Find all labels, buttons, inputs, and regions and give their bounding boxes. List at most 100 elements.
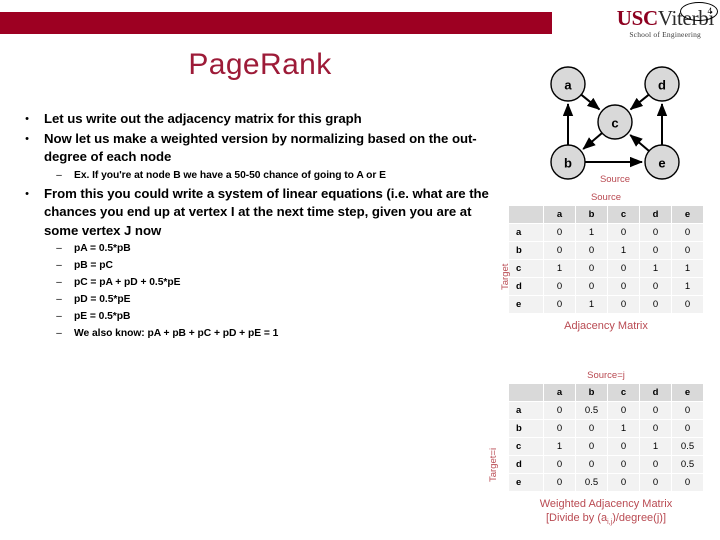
matrix1-target-label: Target	[500, 263, 511, 290]
matrix-row-header: a	[509, 402, 543, 419]
bullet-item: – pA = 0.5*pB	[44, 241, 495, 257]
matrix-row-header: c	[509, 438, 543, 455]
graph-edge-c-to-b	[582, 132, 603, 150]
matrix-column-header: b	[576, 384, 607, 401]
matrix-row-header: d	[509, 278, 543, 295]
bullet-text: pA = 0.5*pB	[74, 243, 131, 254]
weighted-caption-post: )/degree(j)]	[612, 512, 666, 524]
matrix-cell: 0	[640, 242, 671, 259]
matrix-cell: 0	[640, 224, 671, 241]
graph-node-label-a: a	[564, 78, 572, 93]
graph-node-label-d: d	[658, 78, 666, 93]
matrix-cell: 0.5	[672, 456, 703, 473]
matrix-cell: 0	[544, 420, 575, 437]
bullet-item: • Now let us make a weighted version by n…	[10, 130, 495, 167]
matrix-header-row: abcde	[509, 384, 703, 401]
adjacency-matrix-table: abcdea01000b00100c10011d00001e01000	[508, 205, 704, 314]
matrix-row-header: e	[509, 296, 543, 313]
matrix-cell: 0.5	[576, 402, 607, 419]
graph-source-caption: Source	[599, 174, 631, 185]
graph-edge-a-to-c	[580, 93, 601, 111]
matrix-corner-cell	[509, 384, 543, 401]
matrix-cell: 1	[576, 224, 607, 241]
bullet-item: • From this you could write a system of l…	[10, 185, 495, 241]
matrix-cell: 0	[608, 260, 639, 277]
matrix-cell: 1	[640, 260, 671, 277]
matrix-cell: 0	[672, 402, 703, 419]
matrix-column-header: c	[608, 206, 639, 223]
matrix-cell: 0	[576, 438, 607, 455]
logo-usc-text: USC	[616, 6, 658, 30]
matrix-cell: 0	[672, 242, 703, 259]
matrix-cell: 1	[608, 420, 639, 437]
bullet-text: Ex. If you're at node B we have a 50-50 …	[74, 169, 386, 181]
matrix-column-header: c	[608, 384, 639, 401]
matrix-cell: 1	[672, 260, 703, 277]
slide-number-badge: 4	[680, 2, 718, 21]
matrix-cell: 1	[544, 260, 575, 277]
matrix-cell: 0	[576, 278, 607, 295]
graph-edge-e-to-c	[629, 134, 650, 152]
matrix-cell: 0	[576, 456, 607, 473]
matrix-column-header: d	[640, 206, 671, 223]
matrix-cell: 0	[608, 224, 639, 241]
bullet-item: – pE = 0.5*pB	[44, 309, 495, 325]
weighted-adjacency-matrix-block: Source=j a b c d e a 0 0.5 0 0 0 b 0 0 1 0 0 c 1 0 0 1 0.5 d 0 0 0…	[508, 370, 704, 530]
matrix-cell: 0	[640, 420, 671, 437]
weighted-adjacency-matrix-table: a b c d e a 0 0.5 0 0 0 b 0 0 1 0 0 c 1 0 0 1 0.5 d 0 0 0 0 0.5 e 0 0.5…	[508, 383, 704, 492]
matrix-column-header: a	[544, 384, 575, 401]
matrix-cell: 1	[672, 278, 703, 295]
matrix-column-header: d	[640, 384, 671, 401]
matrix-cell: 0	[544, 296, 575, 313]
bullet-marker: •	[25, 113, 29, 125]
matrix-cell: 0	[544, 474, 575, 491]
matrix-cell: 1	[608, 242, 639, 259]
matrix-cell: 0	[608, 474, 639, 491]
graph-node-label-b: b	[564, 156, 572, 171]
matrix-row-header: d	[509, 456, 543, 473]
matrix-row: a 0 0.5 0 0 0	[509, 402, 703, 419]
bullet-text: Now let us make a weighted version by no…	[44, 130, 477, 165]
matrix-cell: 0	[576, 260, 607, 277]
matrix-cell: 0	[576, 420, 607, 437]
matrix-column-header: e	[672, 384, 703, 401]
matrix-row: e01000	[509, 296, 703, 313]
matrix-cell: 0	[640, 278, 671, 295]
bullet-list: • Let us write out the adjacency matrix f…	[10, 110, 495, 343]
weighted-caption-pre: [Divide by (a	[546, 512, 608, 524]
bullet-item: – Ex. If you're at node B we have a 50-50…	[44, 168, 495, 184]
matrix-row-header: a	[509, 224, 543, 241]
matrix-cell: 0	[576, 242, 607, 259]
matrix-cell: 0	[544, 278, 575, 295]
weighted-caption-line1: Weighted Adjacency Matrix	[539, 498, 673, 510]
matrix-row-header: c	[509, 260, 543, 277]
matrix2-target-label: Target=i	[488, 447, 499, 482]
matrix-row: c 1 0 0 1 0.5	[509, 438, 703, 455]
matrix-cell: 0	[672, 420, 703, 437]
bullet-text: We also know: pA + pB + pC + pD + pE = 1	[74, 328, 279, 339]
bullet-text: pB = pC	[74, 260, 113, 271]
graph-edge-d-to-c	[629, 93, 650, 111]
matrix-cell: 1	[544, 438, 575, 455]
bullet-text: pC = pA + pD + 0.5*pE	[74, 277, 181, 288]
matrix-row: a01000	[509, 224, 703, 241]
bullet-item: – We also know: pA + pB + pC + pD + pE = …	[44, 326, 495, 342]
matrix-cell: 0	[640, 402, 671, 419]
matrix-row: c10011	[509, 260, 703, 277]
matrix-cell: 0	[640, 474, 671, 491]
matrix-cell: 0	[672, 296, 703, 313]
matrix-cell: 0	[544, 402, 575, 419]
brand-header-bar	[0, 12, 552, 34]
matrix-cell: 0	[608, 456, 639, 473]
logo-subtitle: School of Engineering	[629, 30, 701, 39]
bullet-marker: –	[56, 169, 62, 181]
bullet-marker: –	[56, 243, 62, 254]
matrix-cell: 0	[608, 438, 639, 455]
bullet-marker: –	[56, 294, 62, 305]
matrix-row: d 0 0 0 0 0.5	[509, 456, 703, 473]
matrix-column-header: e	[672, 206, 703, 223]
bullet-marker: –	[56, 328, 62, 339]
weighted-caption-line2: [Divide by (ai,j)/degree(j)]	[508, 511, 704, 530]
bullet-marker: –	[56, 260, 62, 271]
graph-node-label-c: c	[611, 116, 618, 131]
